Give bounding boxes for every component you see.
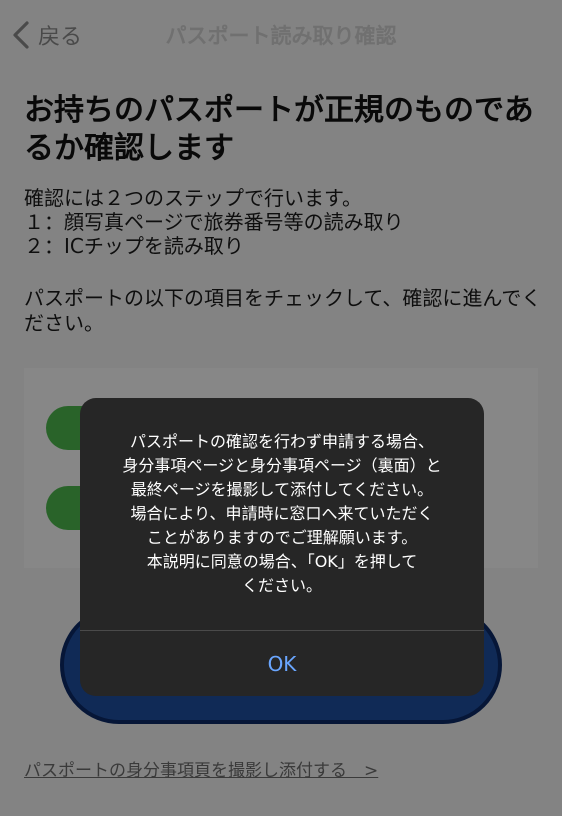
alert-message-line: 場合により、申請時に窓口へ来ていただく	[130, 504, 434, 523]
alert-message: パスポートの確認を行わず申請する場合、 身分事項ページと身分事項ページ（裏面）と…	[96, 430, 468, 598]
alert-dialog: パスポートの確認を行わず申請する場合、 身分事項ページと身分事項ページ（裏面）と…	[80, 398, 484, 696]
alert-message-line: 本説明に同意の場合、「OK」を押して	[146, 552, 418, 571]
alert-message-line: ことがありますのでご理解願います。	[146, 528, 418, 547]
alert-message-line: 最終ページを撮影して添付してください。	[130, 480, 434, 499]
alert-ok-button[interactable]: OK	[80, 631, 484, 696]
alert-message-line: ください。	[241, 576, 322, 595]
alert-message-line: 身分事項ページと身分事項ページ（裏面）と	[122, 456, 442, 475]
alert-message-line: パスポートの確認を行わず申請する場合、	[129, 432, 434, 451]
